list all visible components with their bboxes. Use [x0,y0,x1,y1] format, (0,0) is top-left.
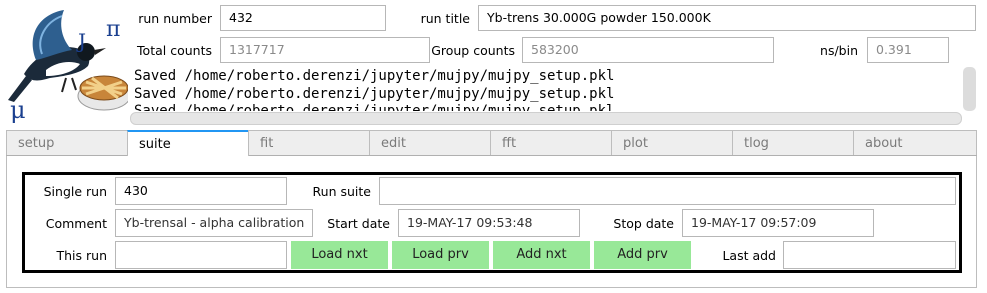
run-title-input[interactable]: Yb-trens 30.000G powder 150.000K [478,5,976,31]
comment-label: Comment [45,216,107,231]
run-suite-input[interactable] [379,177,956,205]
console-vertical-scrollbar[interactable] [963,67,976,111]
group-counts-label: Group counts [431,43,515,58]
tab-setup[interactable]: setup [6,130,128,155]
tab-suite[interactable]: suite [127,130,249,156]
start-date-label: Start date [327,216,390,231]
console-line: Saved /home/roberto.derenzi/jupyter/mujp… [134,103,615,111]
run-suite-label: Run suite [312,184,371,199]
tab-bar: setup suite fit edit fft plot tlog about [6,130,977,156]
single-run-label: Single run [43,184,107,199]
tab-plot[interactable]: plot [611,130,733,155]
last-add-label: Last add [722,248,776,263]
ns-bin-label: ns/bin [820,43,858,58]
total-counts-label: Total counts [137,43,212,58]
tab-tlog[interactable]: tlog [732,130,854,155]
group-counts-field: 583200 [522,37,774,63]
add-previous-button[interactable]: Add prv [594,241,691,269]
tab-edit[interactable]: edit [369,130,491,155]
logo-letter-pi: π [106,17,120,42]
total-counts-field: 1317717 [220,37,430,63]
this-run-label: This run [56,248,107,263]
last-add-input[interactable] [783,241,956,269]
start-date-field: 19-MAY-17 09:53:48 [398,209,580,237]
logo-letter-j: J [76,29,86,53]
run-title-label: run title [420,11,470,26]
single-run-input[interactable]: 430 [115,177,287,205]
console-output: Saved /home/roberto.derenzi/jupyter/mujp… [134,68,964,111]
tab-fit[interactable]: fit [248,130,370,155]
run-number-label: run number [138,11,212,26]
this-run-input[interactable] [115,241,287,269]
load-previous-button[interactable]: Load prv [392,241,489,269]
run-number-input[interactable]: 432 [220,5,386,31]
stop-date-field: 19-MAY-17 09:57:09 [682,209,874,237]
stop-date-label: Stop date [613,216,674,231]
add-next-button[interactable]: Add nxt [493,241,590,269]
comment-field: Yb-trensal - alpha calibration [115,209,313,237]
logo-letter-mu: μ [10,96,26,124]
ns-bin-field: 0.391 [867,37,949,63]
mujpy-logo: J π μ [6,4,131,124]
tab-about[interactable]: about [853,130,977,155]
console-line: Saved /home/roberto.derenzi/jupyter/mujp… [134,85,615,102]
console-line: Saved /home/roberto.derenzi/jupyter/mujp… [134,68,615,84]
tab-fft[interactable]: fft [490,130,612,155]
console-horizontal-scrollbar[interactable] [130,112,962,125]
load-next-button[interactable]: Load nxt [291,241,388,269]
